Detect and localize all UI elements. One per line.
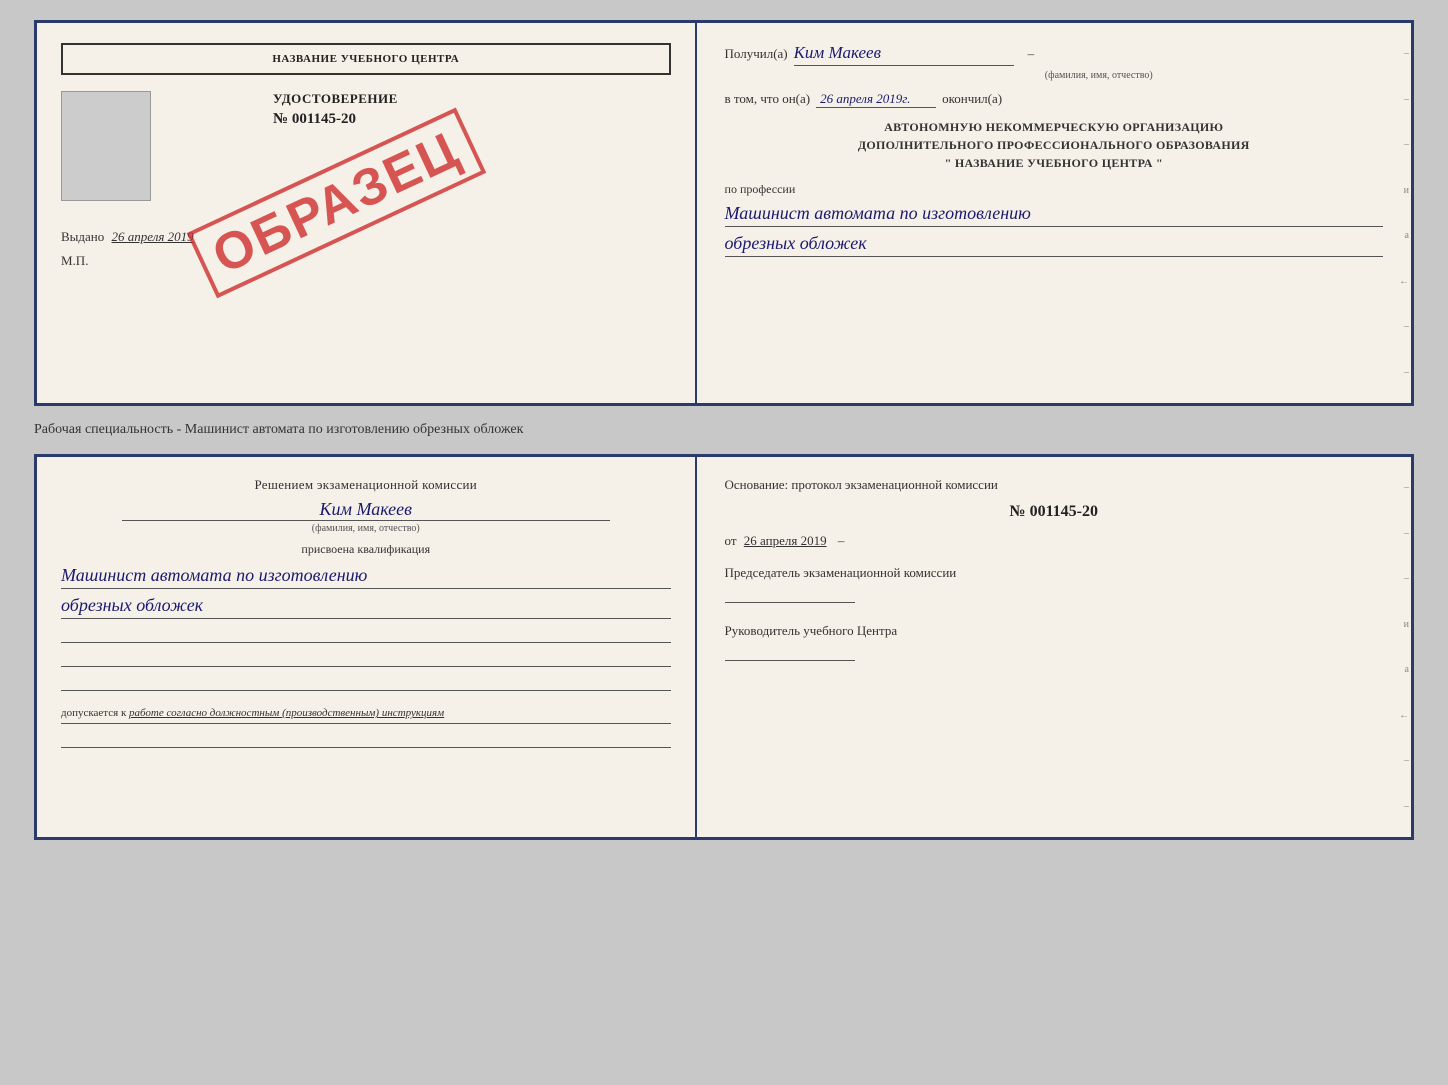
profession-line2-bottom: обрезных обложек	[61, 593, 671, 619]
blank-line-1	[61, 627, 671, 643]
resheniem-label: Решением экзаменационной комиссии	[61, 477, 671, 493]
v-tom-line: в том, что он(а) 26 апреля 2019г. окончи…	[725, 91, 1383, 108]
bottom-doc-right: Основание: протокол экзаменационной коми…	[697, 457, 1411, 837]
v-tom-label: в том, что он(а)	[725, 91, 811, 107]
poluchil-name: Ким Макеев	[794, 43, 1014, 66]
school-name-top: НАЗВАНИЕ УЧЕБНОГО ЦЕНТРА	[61, 43, 671, 75]
rukovoditel-sig-line	[725, 645, 855, 661]
poluchil-line: Получил(а) Ким Макеев –	[725, 43, 1383, 66]
blank-line-3	[61, 675, 671, 691]
udostoverenie-block: УДОСТОВЕРЕНИЕ № 001145-20	[273, 91, 398, 136]
org-line2: ДОПОЛНИТЕЛЬНОГО ПРОФЕССИОНАЛЬНОГО ОБРАЗО…	[725, 136, 1383, 154]
vydano-label: Выдано	[61, 229, 104, 244]
rukovoditel-block: Руководитель учебного Центра	[725, 623, 1383, 661]
osnovanie-label: Основание: протокол экзаменационной коми…	[725, 477, 1383, 493]
predsedatel-sig-line	[725, 587, 855, 603]
udostoverenie-num: № 001145-20	[273, 111, 356, 128]
profession-line1-top: Машинист автомата по изготовлению	[725, 201, 1383, 227]
rukovoditel-label: Руководитель учебного Центра	[725, 623, 1383, 639]
vydano-line: Выдано 26 апреля 2019	[61, 229, 671, 245]
predsedatel-block: Председатель экзаменационной комиссии	[725, 565, 1383, 603]
top-doc-right: Получил(а) Ким Макеев – (фамилия, имя, о…	[697, 23, 1411, 403]
poluchil-label: Получил(а)	[725, 46, 788, 62]
ot-label: от	[725, 533, 737, 548]
protokol-num: № 001145-20	[725, 503, 1383, 521]
right-edge-lines-bottom: – – – и а ← – –	[1395, 457, 1411, 837]
photo-placeholder	[61, 91, 151, 201]
dopuskaetsya-text: работе согласно должностным (производств…	[129, 707, 444, 719]
po-professii-label: по профессии	[725, 182, 1383, 197]
profession-line2-top: обрезных обложек	[725, 231, 1383, 257]
vydano-date: 26 апреля 2019	[112, 229, 194, 244]
blank-line-4	[61, 732, 671, 748]
top-document: НАЗВАНИЕ УЧЕБНОГО ЦЕНТРА УДОСТОВЕРЕНИЕ №…	[34, 20, 1414, 406]
bottom-doc-left: Решением экзаменационной комиссии Ким Ма…	[37, 457, 697, 837]
udostoverenie-title: УДОСТОВЕРЕНИЕ	[273, 91, 398, 107]
top-doc-left-inner: НАЗВАНИЕ УЧЕБНОГО ЦЕНТРА УДОСТОВЕРЕНИЕ №…	[61, 43, 671, 363]
bottom-person-name: Ким Макеев	[122, 499, 610, 521]
ot-date-value: 26 апреля 2019	[744, 533, 827, 548]
top-doc-left: НАЗВАНИЕ УЧЕБНОГО ЦЕНТРА УДОСТОВЕРЕНИЕ №…	[37, 23, 697, 403]
blank-line-2	[61, 651, 671, 667]
right-edge-lines: – – – и а ← – –	[1395, 23, 1411, 403]
osnovanie-block: Основание: протокол экзаменационной коми…	[725, 477, 1383, 521]
fio-label-bottom: (фамилия, имя, отчество)	[61, 523, 671, 534]
okonchil-label: окончил(а)	[942, 91, 1002, 107]
middle-label: Рабочая специальность - Машинист автомат…	[34, 418, 1414, 442]
org-block: АВТОНОМНУЮ НЕКОММЕРЧЕСКУЮ ОРГАНИЗАЦИЮ ДО…	[725, 118, 1383, 172]
org-line3: " НАЗВАНИЕ УЧЕБНОГО ЦЕНТРА "	[725, 154, 1383, 172]
profession-line1-bottom: Машинист автомата по изготовлению	[61, 563, 671, 589]
dopuskaetsya-label: допускается к	[61, 707, 126, 719]
dopuskaetsya-block: допускается к работе согласно должностны…	[61, 707, 671, 724]
mp-line: М.П.	[61, 253, 671, 269]
ot-date: от 26 апреля 2019 –	[725, 533, 1383, 549]
org-line1: АВТОНОМНУЮ НЕКОММЕРЧЕСКУЮ ОРГАНИЗАЦИЮ	[725, 118, 1383, 136]
prisvoena-label: присвоена квалификация	[61, 542, 671, 557]
bottom-document: Решением экзаменационной комиссии Ким Ма…	[34, 454, 1414, 840]
fio-label-top: (фамилия, имя, отчество)	[815, 70, 1383, 81]
predsedatel-label: Председатель экзаменационной комиссии	[725, 565, 1383, 581]
dash1: –	[1028, 46, 1035, 62]
date-value: 26 апреля 2019г.	[816, 91, 936, 108]
